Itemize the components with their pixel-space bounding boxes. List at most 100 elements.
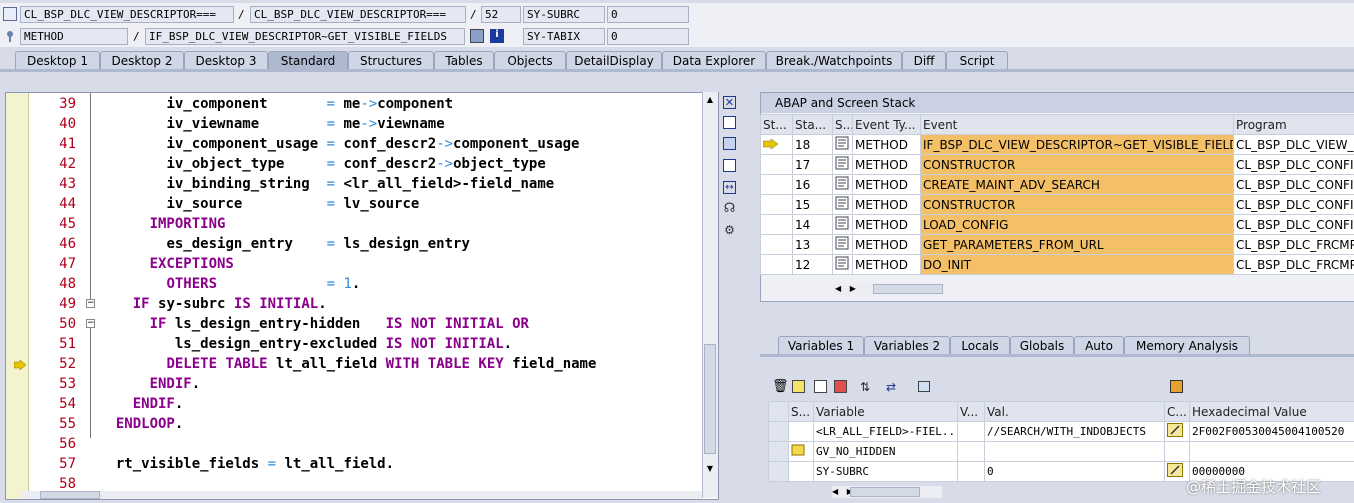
variable-value[interactable]: 0	[984, 461, 1165, 482]
code-line[interactable]: EXCEPTIONS	[99, 254, 234, 274]
code-line[interactable]: IMPORTING	[99, 214, 226, 234]
row-selector[interactable]	[768, 421, 789, 442]
program-field[interactable]: CL_BSP_DLC_VIEW_DESCRIPTOR===	[20, 6, 234, 23]
column-header[interactable]: Val.	[984, 401, 1165, 422]
event-name[interactable]: CREATE_MAINT_ADV_SEARCH	[920, 174, 1234, 195]
column-header[interactable]: C...	[1164, 401, 1190, 422]
tab-desktop-3[interactable]: Desktop 3	[184, 51, 268, 70]
code-line[interactable]: rt_visible_fields = lt_all_field.	[99, 454, 394, 474]
column-header[interactable]: St...	[760, 114, 793, 135]
tab-desktop-2[interactable]: Desktop 2	[100, 51, 184, 70]
variables-hscrollbar[interactable]: ◀ ▶	[832, 486, 942, 498]
stack-row[interactable]: 13 METHOD GET_PARAMETERS_FROM_URL CL_BSP_DL…	[760, 234, 1354, 255]
save-icon[interactable]	[1170, 380, 1183, 393]
transfer-icon[interactable]: ⇄	[886, 380, 896, 394]
event-name[interactable]: GET_PARAMETERS_FROM_URL	[920, 234, 1234, 255]
code-line[interactable]: OTHERS = 1.	[99, 274, 360, 294]
scroll-thumb[interactable]	[704, 344, 716, 454]
tab-variables-1[interactable]: Variables 1	[778, 336, 864, 355]
resize-icon[interactable]: ↔	[723, 181, 736, 194]
tab-desktop-1[interactable]: Desktop 1	[15, 51, 100, 70]
code-line[interactable]: DELETE TABLE lt_all_field WITH TABLE KEY…	[99, 354, 596, 374]
scroll-down-arrow-icon[interactable]: ▼	[705, 464, 715, 474]
editor-hscrollbar[interactable]	[22, 491, 702, 499]
event-name[interactable]: DO_INIT	[920, 254, 1234, 275]
tab-auto[interactable]: Auto	[1074, 336, 1124, 355]
tab-locals[interactable]: Locals	[950, 336, 1010, 355]
scroll-right-arrow-icon[interactable]: ▶	[850, 284, 856, 293]
folder-icon[interactable]	[918, 381, 930, 392]
display-icon[interactable]	[470, 29, 484, 43]
tab-structures[interactable]: Structures	[348, 51, 434, 70]
tab-data-explorer[interactable]: Data Explorer	[662, 51, 766, 70]
close-icon[interactable]: ✕	[723, 96, 736, 109]
hscroll-thumb[interactable]	[40, 491, 100, 499]
column-header[interactable]: V...	[957, 401, 985, 422]
event-name[interactable]: CONSTRUCTOR	[920, 154, 1234, 175]
code-line[interactable]: ENDIF.	[99, 374, 201, 394]
row-selector[interactable]	[768, 441, 789, 462]
column-header[interactable]: Hexadecimal Value	[1189, 401, 1354, 422]
append-row-icon[interactable]	[814, 380, 827, 393]
remove-row-icon[interactable]	[834, 380, 847, 393]
tab-diff[interactable]: Diff	[902, 51, 946, 70]
variable-value[interactable]: //SEARCH/WITH_INDOBJECTS	[984, 421, 1165, 442]
event-type-field[interactable]: METHOD	[20, 28, 128, 45]
column-header[interactable]: Program	[1233, 114, 1354, 135]
variable-row[interactable]: <LR_ALL_FIELD>-FIEL... //SEARCH/WITH_INDO…	[768, 421, 1354, 442]
insert-row-icon[interactable]	[792, 380, 805, 393]
event-name[interactable]: IF_BSP_DLC_VIEW_DESCRIPTOR~GET_VISIBLE_F…	[920, 134, 1234, 155]
stack-row[interactable]: 18 METHOD IF_BSP_DLC_VIEW_DESCRIPTOR~GET_V…	[760, 134, 1354, 155]
event-name[interactable]: CONSTRUCTOR	[920, 194, 1234, 215]
change-cell[interactable]	[1164, 441, 1190, 462]
delete-icon[interactable]: 🗑	[772, 379, 789, 394]
breakpoint-gutter[interactable]	[6, 93, 29, 499]
code-line[interactable]: iv_source = lv_source	[99, 194, 419, 214]
code-line[interactable]: IF sy-subrc IS INITIAL.	[99, 294, 327, 314]
tab-memory-analysis[interactable]: Memory Analysis	[1124, 336, 1250, 355]
code-line[interactable]: iv_component = me->component	[99, 94, 453, 114]
variable-row[interactable]: GV_NO_HIDDEN	[768, 441, 1354, 462]
row-selector[interactable]	[768, 461, 789, 482]
hex-value[interactable]: 2F002F00530045004100520	[1189, 421, 1354, 442]
code-line[interactable]: ENDLOOP.	[99, 414, 183, 434]
scroll-up-arrow-icon[interactable]: ▲	[705, 95, 715, 105]
fold-toggle[interactable]: −	[86, 319, 95, 328]
stack-row[interactable]: 12 METHOD DO_INIT CL_BSP_DLC_FRCMP_	[760, 254, 1354, 275]
variable-name[interactable]: GV_NO_HIDDEN	[813, 441, 958, 462]
editor-scrollbar[interactable]: ▲ ▼	[702, 92, 718, 498]
code-line[interactable]: es_design_entry = ls_design_entry	[99, 234, 469, 254]
swap-tool-icon[interactable]	[723, 137, 736, 150]
column-header[interactable]: Sta...	[792, 114, 833, 135]
code-line[interactable]: IF ls_design_entry-hidden IS NOT INITIAL…	[99, 314, 529, 334]
column-header[interactable]: S...	[832, 114, 853, 135]
stack-row[interactable]: 17 METHODCONSTRUCTORCL_BSP_DLC_CONFIG_	[760, 154, 1354, 175]
tab-objects[interactable]: Objects	[494, 51, 566, 70]
column-header[interactable]: S...	[788, 401, 814, 422]
move-icon[interactable]: ⇅	[860, 380, 870, 394]
column-header[interactable]: Event Ty...	[852, 114, 921, 135]
tab-tables[interactable]: Tables	[434, 51, 494, 70]
variable-value[interactable]	[984, 441, 1165, 462]
tab-detaildisplay[interactable]: DetailDisplay	[566, 51, 662, 70]
code-line[interactable]: iv_component_usage = conf_descr2->compon…	[99, 134, 579, 154]
stack-row[interactable]: 14 METHODLOAD_CONFIGCL_BSP_DLC_CONFIG_	[760, 214, 1354, 235]
include-field[interactable]: CL_BSP_DLC_VIEW_DESCRIPTOR===	[250, 6, 466, 23]
headset-icon[interactable]: ☊	[723, 202, 736, 215]
stack-row[interactable]: 15 METHODCONSTRUCTORCL_BSP_DLC_CONFIG=	[760, 194, 1354, 215]
scroll-left-arrow-icon[interactable]: ◀	[832, 487, 838, 496]
source-code-editor[interactable]: 39 iv_component = me->component 40 iv_vie…	[5, 92, 719, 500]
fold-toggle[interactable]: −	[86, 299, 95, 308]
services-icon[interactable]: ⚙	[723, 224, 736, 237]
event-field[interactable]: IF_BSP_DLC_VIEW_DESCRIPTOR~GET_VISIBLE_F…	[145, 28, 465, 45]
code-line[interactable]: iv_viewname = me->viewname	[99, 114, 444, 134]
edit-pencil-icon[interactable]	[1164, 421, 1190, 442]
hex-value[interactable]	[1189, 441, 1354, 462]
line-field[interactable]: 52	[481, 6, 521, 23]
code-line[interactable]: iv_binding_string = <lr_all_field>-field…	[99, 174, 554, 194]
column-header[interactable]: Variable	[813, 401, 958, 422]
tab-globals[interactable]: Globals	[1010, 336, 1074, 355]
stack-row[interactable]: 16 METHOD CREATE_MAINT_ADV_SEARCH CL_BSP_DL…	[760, 174, 1354, 195]
variable-name[interactable]: SY-SUBRC	[813, 461, 958, 482]
tab-script[interactable]: Script	[946, 51, 1008, 70]
